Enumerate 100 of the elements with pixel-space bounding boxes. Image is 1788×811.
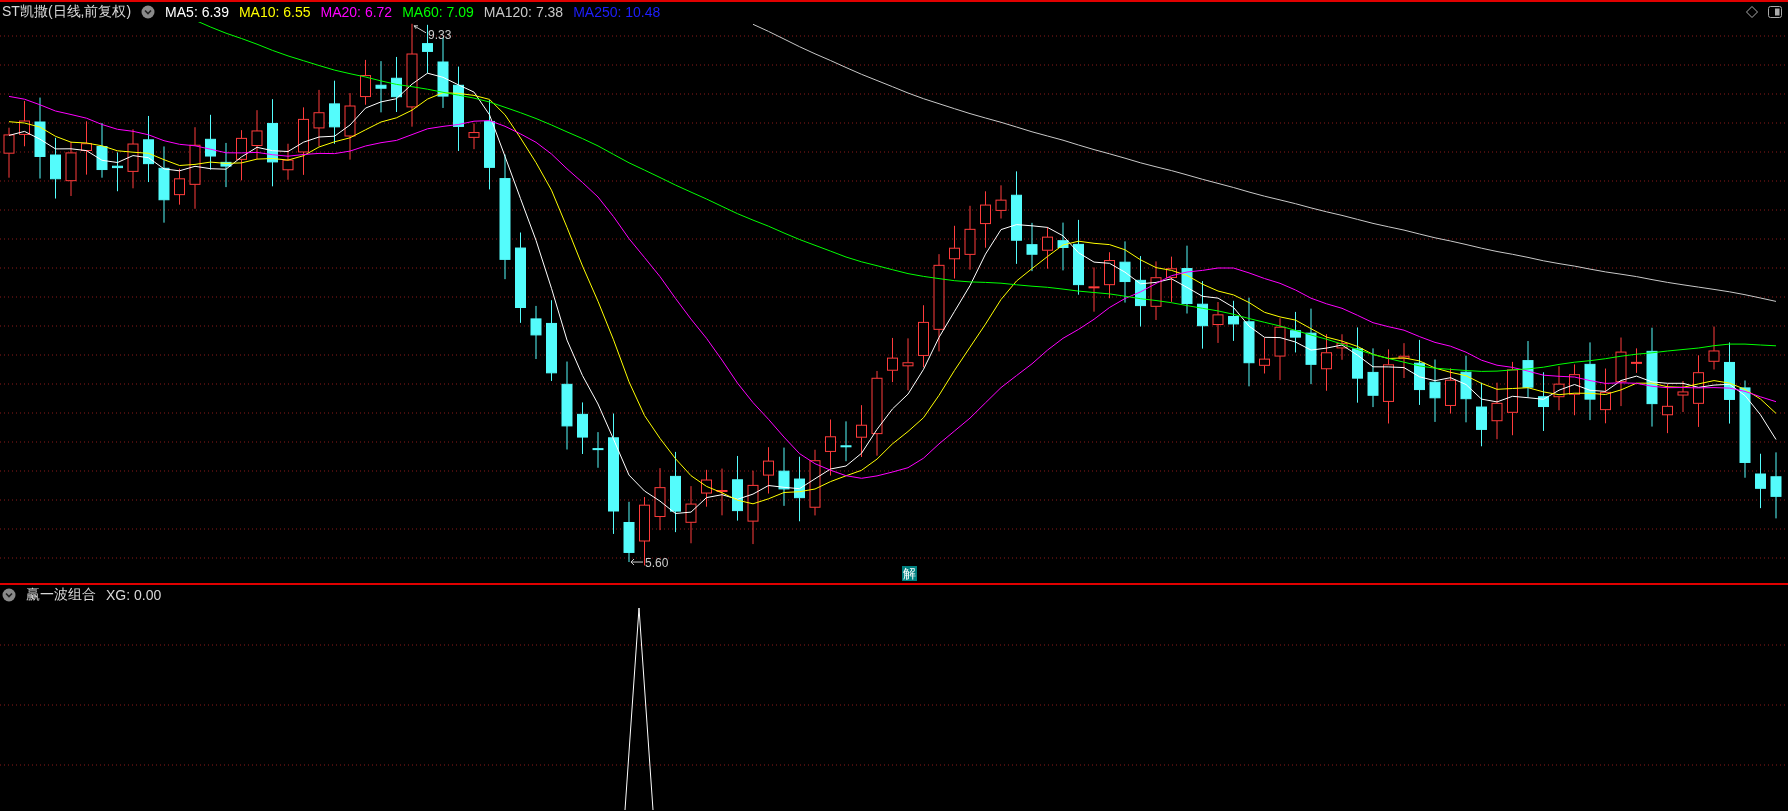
candlestick (778, 447, 790, 507)
candlestick (701, 469, 712, 508)
candlestick (375, 60, 387, 113)
candlestick (1212, 301, 1224, 344)
candlestick (1398, 342, 1410, 379)
candlestick (592, 431, 604, 469)
candlestick (1662, 383, 1673, 434)
candlestick (1538, 371, 1549, 432)
candlestick (1274, 317, 1286, 381)
candlestick (1460, 355, 1472, 423)
candlestick (763, 446, 774, 494)
candlestick (251, 109, 263, 160)
candlestick (437, 37, 449, 109)
price-label: 9.33 (428, 27, 452, 42)
candlestick (313, 89, 325, 147)
candlestick (50, 137, 61, 200)
candlestick (468, 122, 480, 150)
candlestick (918, 304, 929, 368)
candlestick (1491, 382, 1503, 440)
candlestick (623, 501, 635, 563)
candlestick (1755, 453, 1766, 509)
dropdown-icon[interactable] (141, 5, 156, 19)
candlestick (902, 337, 914, 391)
candlestick (1476, 382, 1487, 447)
candlestick (1290, 311, 1301, 353)
candlestick (1197, 280, 1208, 350)
candlestick (530, 305, 542, 360)
candlestick (1677, 380, 1689, 413)
candlestick (1228, 300, 1239, 342)
candlestick (1026, 222, 1038, 272)
arrow-icon (630, 558, 644, 566)
candlestick (391, 56, 402, 113)
indicator-label: MA250: 10.48 (573, 4, 661, 20)
candlestick (1088, 266, 1100, 313)
candlestick (205, 114, 216, 171)
candlestick (19, 100, 30, 147)
indicator-title: 赢一波组合 (26, 586, 96, 604)
candlestick (654, 467, 666, 531)
candlestick (298, 106, 309, 176)
diamond-icon[interactable] (1746, 6, 1758, 18)
candlestick (809, 449, 821, 516)
candlestick (949, 225, 960, 280)
candlestick (964, 205, 976, 271)
candlestick (360, 59, 371, 106)
candlestick (1522, 340, 1534, 398)
candlestick (856, 404, 867, 458)
candlestick (732, 455, 743, 522)
candlestick (112, 151, 123, 192)
candlestick (143, 115, 154, 183)
candlestick (1708, 326, 1720, 370)
candlestick (236, 129, 247, 181)
indicator-label: MA120: 7.38 (483, 4, 564, 20)
candlestick (1336, 333, 1348, 361)
candlestick (995, 184, 1007, 219)
indicator-label: MA10: 6.55 (238, 4, 311, 20)
candlestick (825, 419, 836, 477)
candlestick (96, 122, 108, 179)
candlestick (282, 143, 294, 181)
panel-toggle-icon[interactable] (1768, 6, 1782, 18)
candlestick (1321, 333, 1332, 392)
candlestick (1615, 337, 1627, 407)
candlestick (794, 456, 805, 522)
indicator-value: XG: 0.00 (106, 587, 162, 603)
candlestick (1600, 368, 1611, 424)
candlestick (1569, 363, 1580, 416)
candlestick (329, 80, 340, 145)
candlestick (1414, 339, 1425, 406)
candlestick (1042, 226, 1053, 270)
candlestick (65, 141, 77, 197)
candlestick (1553, 365, 1565, 411)
indicator-label: MA20: 6.72 (320, 4, 393, 20)
candlestick (1631, 347, 1642, 374)
candlestick (1367, 347, 1379, 408)
candlestick (1181, 245, 1193, 314)
arrow-icon (413, 25, 427, 34)
candlestick (685, 485, 697, 544)
candlestick (1150, 260, 1162, 321)
candlestick (887, 337, 898, 383)
signal-badge: 解 (902, 566, 917, 581)
candlestick (1770, 451, 1782, 519)
candlestick (1259, 337, 1270, 374)
candlestick (220, 142, 232, 188)
candlestick (1104, 251, 1115, 299)
candlestick (1429, 359, 1441, 423)
candlestick (3, 127, 15, 179)
candlestick (577, 401, 588, 455)
price-label: 5.60 (645, 556, 669, 571)
candlestick (344, 92, 356, 161)
candlestick (1057, 222, 1069, 271)
dropdown-icon[interactable] (2, 588, 16, 602)
candlestick (980, 190, 991, 249)
candlestick (840, 420, 852, 462)
candlestick (1445, 367, 1456, 415)
indicator-label: MA5: 6.39 (165, 4, 229, 20)
candlestick (174, 168, 185, 206)
candlestick (81, 120, 92, 176)
chart-title: ST凯撒(日线,前复权) (2, 3, 132, 21)
candlestick (1119, 240, 1131, 304)
candlestick (716, 468, 728, 516)
indicator-label: MA60: 7.09 (402, 4, 474, 20)
